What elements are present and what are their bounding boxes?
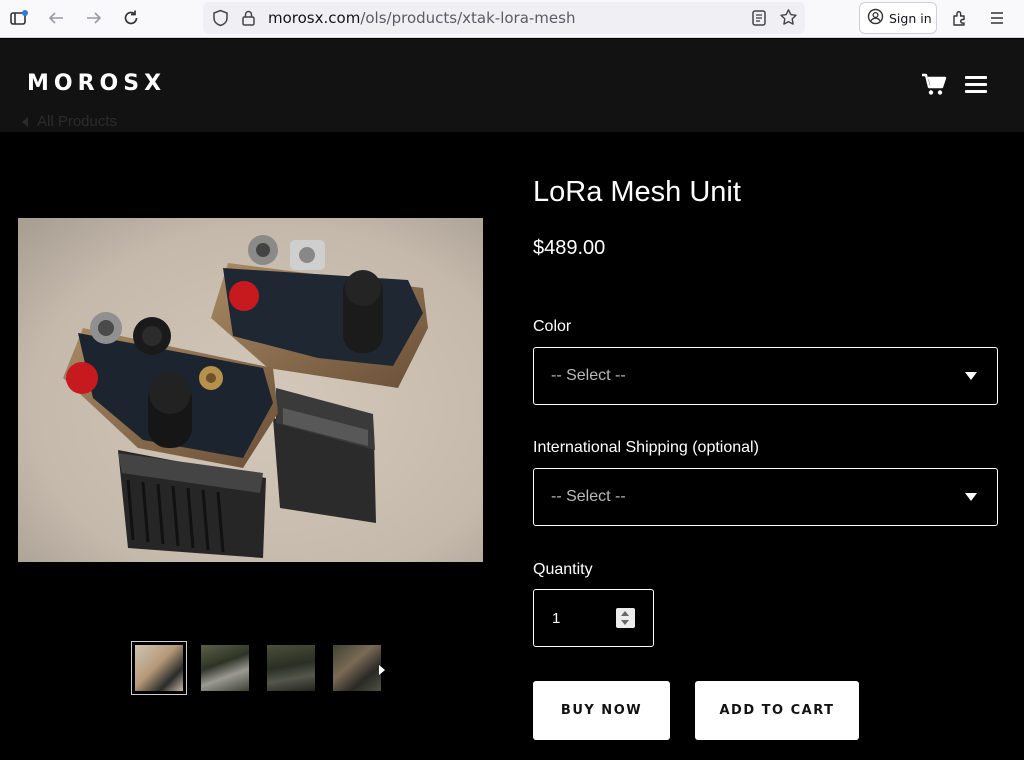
thumbnail-image (135, 644, 183, 691)
brand-logo[interactable]: MOROSX (27, 71, 166, 96)
app-menu-icon[interactable] (983, 5, 1011, 31)
quantity-input[interactable]: 1 (533, 589, 654, 647)
product-main-image[interactable] (18, 218, 483, 562)
shipping-select-value: -- Select -- (551, 488, 626, 505)
url-text[interactable]: morosx.com/ols/products/xtak-lora-mesh (268, 9, 575, 27)
lock-icon[interactable] (241, 9, 256, 31)
browser-toolbar: morosx.com/ols/products/xtak-lora-mesh S… (0, 0, 1024, 38)
sign-in-button[interactable]: Sign in (859, 2, 937, 34)
reload-icon[interactable] (117, 5, 145, 31)
dropdown-caret-icon (965, 493, 977, 501)
chevron-left-icon (22, 116, 28, 127)
color-select-value: -- Select -- (551, 367, 626, 384)
sign-in-label: Sign in (889, 10, 932, 26)
product-photo-illustration (18, 218, 483, 562)
url-bar[interactable]: morosx.com/ols/products/xtak-lora-mesh (203, 2, 805, 34)
dropdown-caret-icon (965, 372, 977, 380)
product-price: $489.00 (533, 237, 606, 259)
url-host: morosx.com (268, 9, 361, 27)
reader-view-icon[interactable] (751, 9, 767, 31)
all-products-label: All Products (37, 113, 118, 130)
buy-now-button[interactable]: BUY NOW (533, 681, 670, 740)
thumbnail-2[interactable] (197, 641, 253, 695)
bookmark-star-icon[interactable] (779, 8, 798, 31)
shipping-label: International Shipping (optional) (533, 439, 759, 456)
account-icon (867, 8, 884, 28)
thumbnail-strip (131, 640, 385, 695)
stepper-down-icon[interactable] (621, 620, 629, 625)
sidebar-toggle-icon[interactable] (5, 5, 33, 31)
stepper-up-icon[interactable] (621, 611, 629, 616)
back-arrow-icon[interactable] (42, 5, 70, 31)
all-products-link[interactable]: All Products (22, 113, 117, 130)
color-select[interactable]: -- Select -- (533, 347, 998, 405)
thumbnail-1[interactable] (131, 640, 187, 695)
forward-arrow-icon[interactable] (80, 5, 108, 31)
quantity-stepper[interactable] (616, 608, 635, 628)
thumbnail-image (267, 644, 315, 691)
shield-icon[interactable] (212, 9, 229, 31)
thumbnail-image (201, 644, 249, 691)
url-path: /ols/products/xtak-lora-mesh (360, 9, 576, 27)
cart-icon[interactable] (921, 73, 947, 97)
thumbnail-3[interactable] (263, 641, 319, 695)
shipping-select[interactable]: -- Select -- (533, 468, 998, 526)
thumbnail-image (333, 644, 381, 691)
quantity-label: Quantity (533, 561, 593, 578)
hamburger-menu-icon[interactable] (965, 76, 987, 94)
extensions-icon[interactable] (946, 5, 974, 31)
site-header: MOROSX All Products (0, 39, 1024, 132)
product-title: LoRa Mesh Unit (533, 176, 741, 208)
chevron-right-icon[interactable] (377, 662, 387, 676)
color-label: Color (533, 318, 572, 335)
quantity-value: 1 (552, 610, 561, 627)
add-to-cart-button[interactable]: ADD TO CART (695, 681, 859, 740)
